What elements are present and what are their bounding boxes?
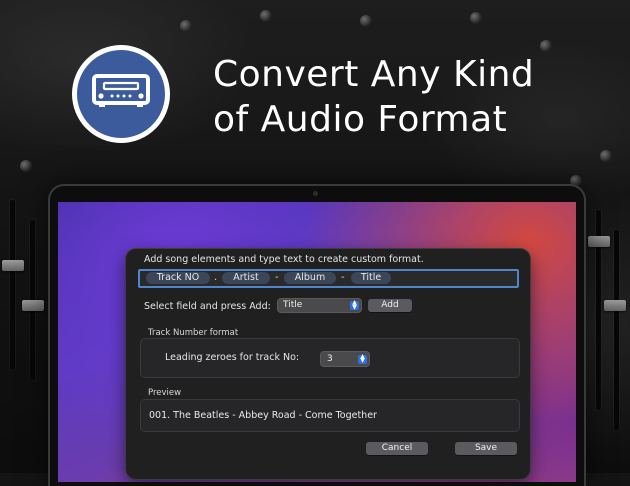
leading-zeroes-stepper[interactable]: 3 ▲ ▼ <box>321 352 369 366</box>
track-number-group-title: Track Number format <box>148 328 239 338</box>
preview-group-title: Preview <box>148 388 182 398</box>
track-number-group: Leading zeroes for track No: 3 ▲ ▼ <box>140 338 520 378</box>
separator-dot[interactable]: . <box>214 272 217 284</box>
token-album[interactable]: Album <box>284 272 336 284</box>
headline-line-2: of Audio Format <box>213 99 508 140</box>
audio-badge <box>72 45 170 143</box>
field-select[interactable]: Title ▲ ▼ <box>278 299 361 312</box>
preview-text: 001. The Beatles - Abbey Road - Come Tog… <box>149 410 377 421</box>
leading-zeroes-value: 3 <box>327 354 333 364</box>
token-artist[interactable]: Artist <box>222 272 270 284</box>
audio-receiver-icon <box>91 73 151 115</box>
custom-format-dialog: Add song elements and type text to creat… <box>126 249 530 479</box>
laptop: Add song elements and type text to creat… <box>50 186 584 486</box>
cancel-button[interactable]: Cancel <box>366 442 428 455</box>
add-button[interactable]: Add <box>368 299 412 312</box>
stepper-updown-icon[interactable]: ▲ ▼ <box>358 353 367 364</box>
token-title[interactable]: Title <box>351 272 391 284</box>
instruction-text: Add song elements and type text to creat… <box>144 254 424 265</box>
laptop-screen: Add song elements and type text to creat… <box>58 202 576 482</box>
separator-dash-2[interactable]: - <box>341 272 345 284</box>
headline: Convert Any Kind of Audio Format <box>213 52 613 142</box>
updown-chevron-icon: ▲ ▼ <box>350 300 359 310</box>
separator-dash-1[interactable]: - <box>275 272 279 284</box>
save-button[interactable]: Save <box>455 442 517 455</box>
token-track-no[interactable]: Track NO <box>146 272 210 284</box>
field-select-value: Title <box>283 300 303 310</box>
leading-zeroes-label: Leading zeroes for track No: <box>165 352 300 363</box>
select-field-label: Select field and press Add: <box>144 301 271 312</box>
format-builder-field[interactable]: Track NO . Artist - Album - Title <box>138 269 519 288</box>
camera-dot <box>313 191 318 196</box>
preview-group: 001. The Beatles - Abbey Road - Come Tog… <box>140 399 520 432</box>
headline-line-1: Convert Any Kind <box>213 54 535 95</box>
